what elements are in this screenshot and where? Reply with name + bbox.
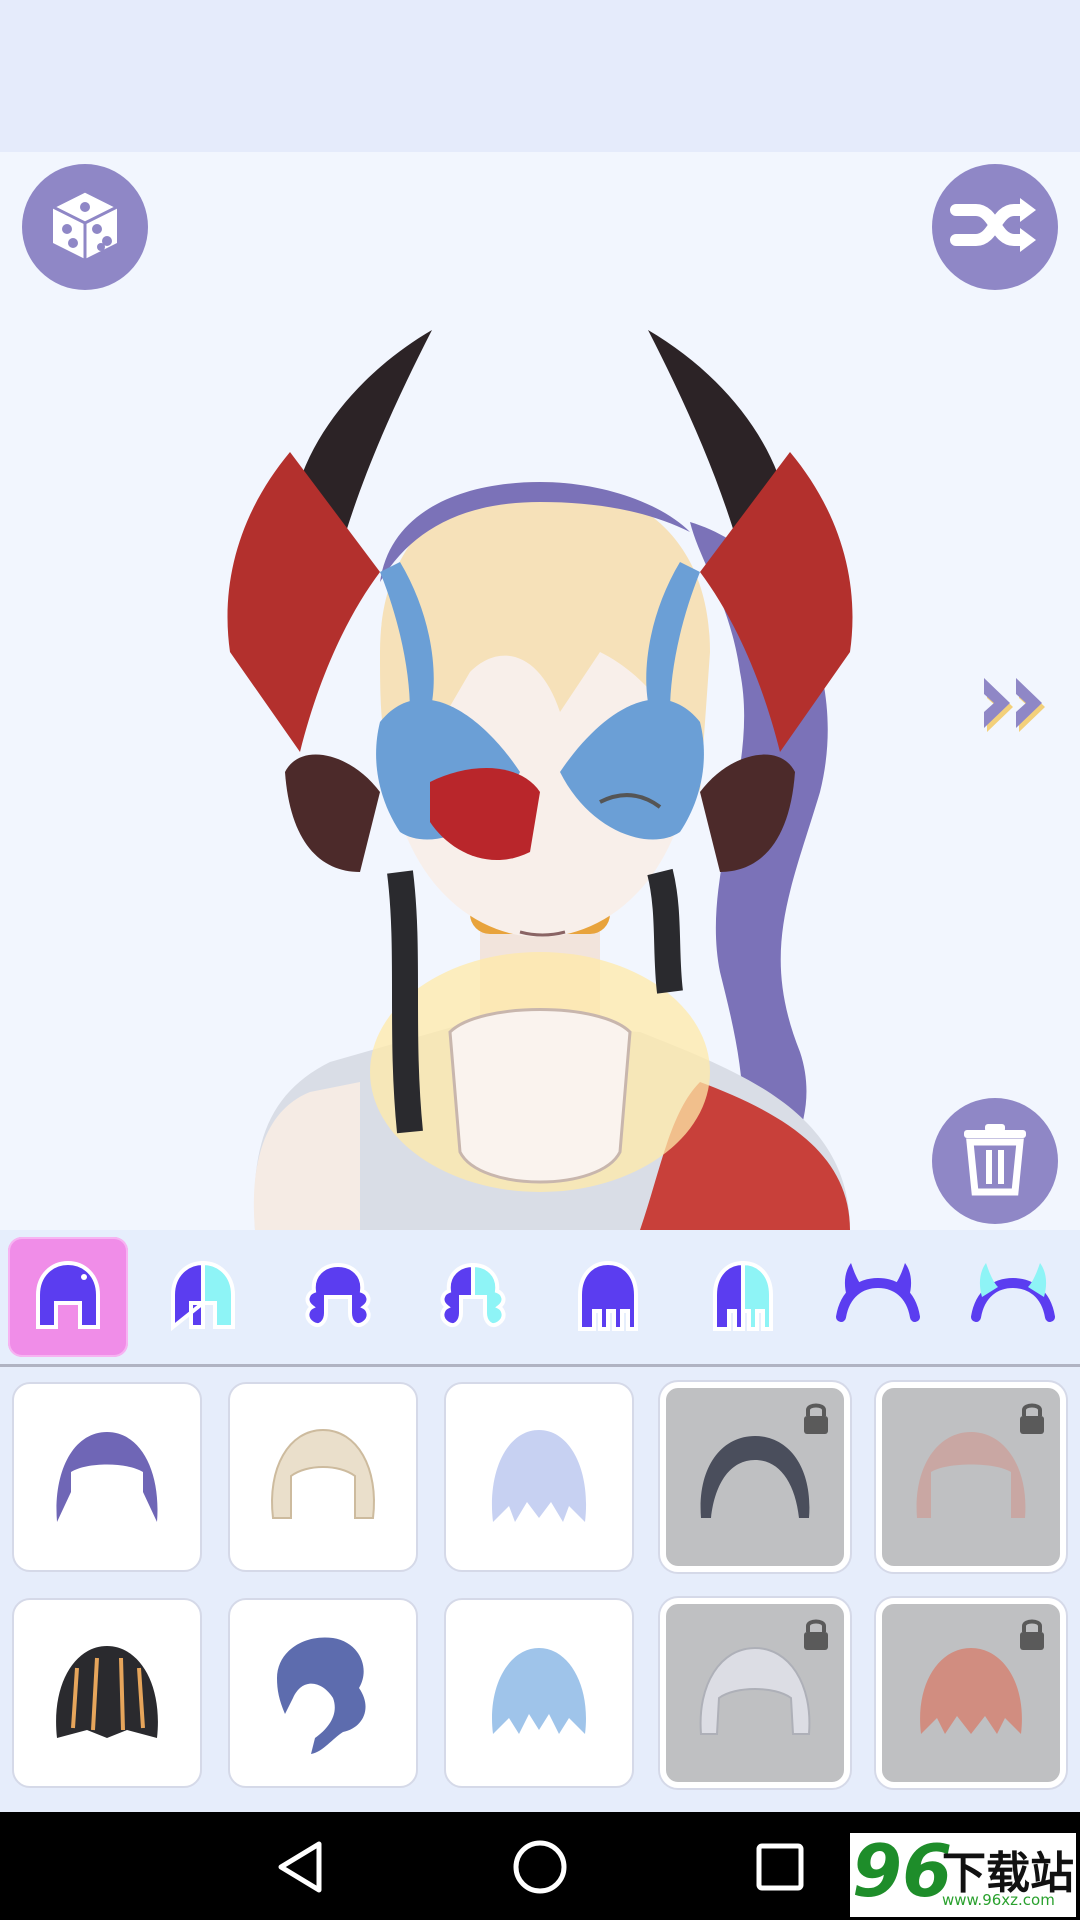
home-button[interactable]	[495, 1822, 585, 1912]
lock-icon	[1020, 1619, 1044, 1650]
horns-icon	[836, 1263, 920, 1322]
home-circle-icon	[513, 1840, 567, 1894]
hair-thumbnail	[491, 1430, 587, 1522]
hair-item[interactable]	[228, 1598, 418, 1788]
hair-item-locked[interactable]	[660, 1382, 850, 1572]
character-illustration	[227, 330, 853, 1230]
random-button[interactable]	[22, 164, 148, 290]
hair-thumbnail	[56, 1432, 158, 1522]
double-chevron-right-icon	[978, 678, 1058, 742]
hair-item[interactable]	[12, 1598, 202, 1788]
watermark-url: www.96xz.com	[942, 1891, 1055, 1909]
hair-item[interactable]	[444, 1598, 634, 1788]
hair-thumbnail	[916, 1432, 1026, 1518]
tab-hair-straight[interactable]	[548, 1237, 668, 1357]
hair-thumbnail	[699, 1646, 811, 1735]
hair-full-icon	[36, 1260, 100, 1329]
watermark-number: 96	[852, 1829, 953, 1913]
hair-thumbnail	[492, 1648, 586, 1734]
tab-horns-highlight[interactable]	[953, 1237, 1073, 1357]
hair-thumbnail	[920, 1648, 1022, 1734]
hair-thumbnail	[700, 1436, 810, 1518]
hair-curly-highlight-icon	[440, 1262, 506, 1328]
tab-horns[interactable]	[818, 1237, 938, 1357]
hair-item-locked[interactable]	[876, 1598, 1066, 1788]
recents-square-icon	[756, 1843, 804, 1891]
shuffle-button[interactable]	[932, 164, 1058, 290]
dice-icon	[45, 185, 125, 269]
hair-item[interactable]	[444, 1382, 634, 1572]
lock-icon	[804, 1403, 828, 1434]
hair-item[interactable]	[228, 1382, 418, 1572]
tab-hair-full-highlight[interactable]	[143, 1237, 263, 1357]
hair-straight-icon	[578, 1260, 638, 1331]
lock-icon	[1020, 1403, 1044, 1434]
hair-thumbnail	[277, 1637, 366, 1754]
tab-hair-curly[interactable]	[278, 1237, 398, 1357]
tab-hair-full[interactable]	[8, 1237, 128, 1357]
hair-item-locked[interactable]	[876, 1382, 1066, 1572]
recents-button[interactable]	[735, 1822, 825, 1912]
trash-icon	[960, 1122, 1030, 1200]
watermark-logo: 96 下载站 www.96xz.com	[850, 1829, 1076, 1917]
delete-button[interactable]	[932, 1098, 1058, 1224]
hair-curly-icon	[305, 1262, 371, 1328]
back-triangle-icon	[278, 1841, 322, 1893]
back-button[interactable]	[255, 1822, 345, 1912]
hair-straight-highlight-icon	[713, 1260, 773, 1331]
hair-thumbnail	[271, 1428, 375, 1519]
hair-item[interactable]	[12, 1382, 202, 1572]
horns-highlight-icon	[971, 1263, 1055, 1322]
hair-full-highlight-icon	[171, 1260, 235, 1332]
shuffle-icon	[950, 190, 1040, 264]
next-button[interactable]	[978, 668, 1058, 738]
hair-thumbnail	[56, 1646, 158, 1738]
tab-hair-straight-highlight[interactable]	[683, 1237, 803, 1357]
tab-hair-curly-highlight[interactable]	[413, 1237, 533, 1357]
hair-item-locked[interactable]	[660, 1598, 850, 1788]
character-preview	[0, 152, 1080, 1230]
lock-icon	[804, 1619, 828, 1650]
status-area	[0, 0, 1080, 152]
